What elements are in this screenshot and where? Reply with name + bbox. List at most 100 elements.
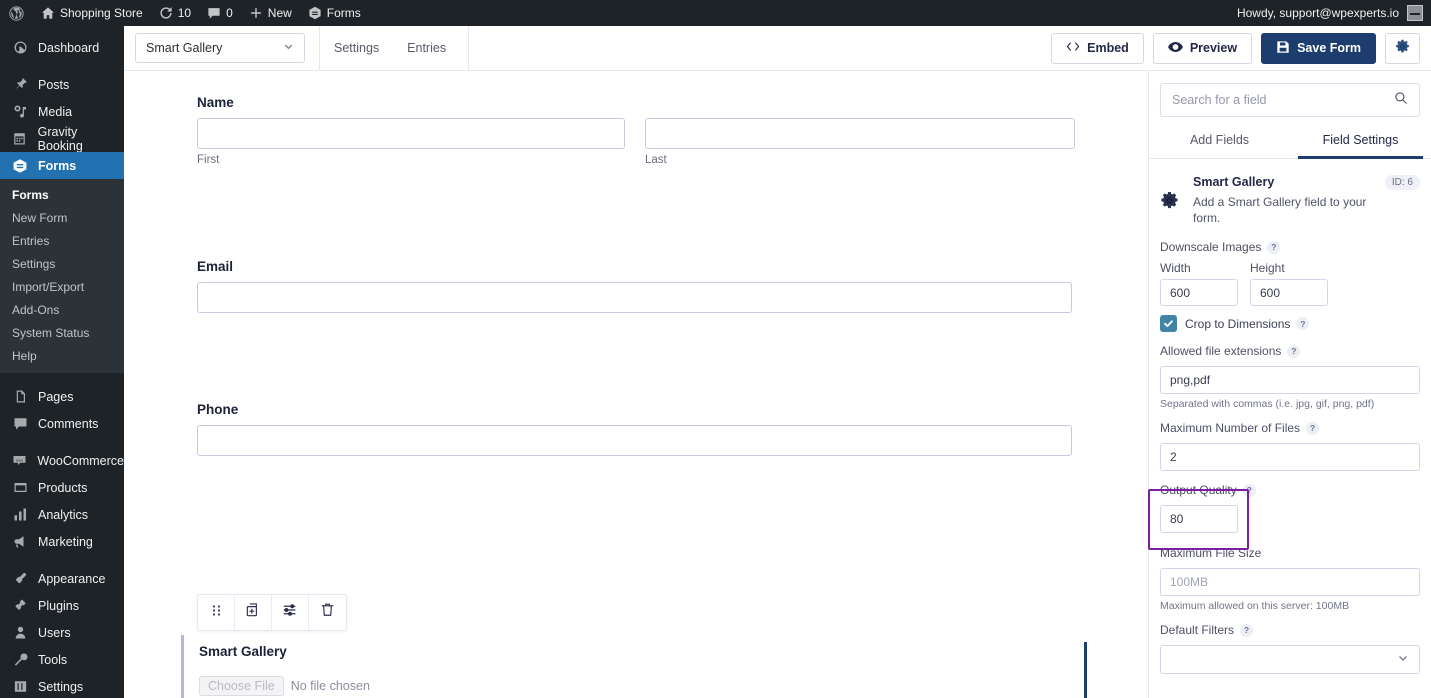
output-quality-input[interactable]	[1160, 505, 1238, 534]
admin-bar-forms[interactable]: Forms	[300, 0, 369, 26]
tab-settings[interactable]: Settings	[320, 26, 393, 71]
submenu-item-forms[interactable]: Forms	[0, 183, 124, 206]
submenu-item-settings[interactable]: Settings	[0, 252, 124, 275]
help-icon[interactable]: ?	[1287, 344, 1301, 358]
search-input[interactable]	[1172, 93, 1394, 107]
height-input[interactable]	[1250, 279, 1328, 307]
submenu-item-new-form[interactable]: New Form	[0, 206, 124, 229]
analytics-icon	[11, 507, 29, 522]
admin-bar-new-label: New	[267, 6, 292, 20]
form-field-smart-gallery[interactable]: Smart Gallery Choose File No file chosen	[181, 635, 1148, 698]
sidebar-item-woocommerce[interactable]: woo WooCommerce	[0, 447, 124, 474]
form-field-phone[interactable]: Phone	[197, 402, 1072, 456]
field-title: Smart Gallery	[1193, 175, 1275, 189]
admin-bar-new-content[interactable]: New	[241, 0, 300, 26]
default-filters-label: Default Filters ?	[1160, 623, 1420, 637]
downscale-dimensions-row: Width Height	[1160, 261, 1420, 307]
sidebar-item-plugins[interactable]: Plugins	[0, 592, 124, 619]
admin-bar-left: Shopping Store 10 0 New Forms	[0, 0, 369, 26]
max-files-label: Maximum Number of Files ?	[1160, 421, 1420, 435]
gear-icon	[1395, 39, 1410, 57]
admin-bar-howdy[interactable]: Howdy, support@wpexperts.io	[1237, 6, 1407, 20]
admin-bar-comments[interactable]: 0	[199, 0, 241, 26]
field-toolbar	[197, 594, 347, 631]
max-file-size-input[interactable]	[1160, 568, 1420, 597]
max-files-input[interactable]	[1160, 443, 1420, 472]
name-last-input[interactable]	[645, 118, 1075, 149]
updates-icon	[159, 6, 173, 20]
submenu-item-system-status[interactable]: System Status	[0, 321, 124, 344]
settings-icon	[11, 679, 29, 694]
tab-field-settings[interactable]: Field Settings	[1290, 133, 1431, 159]
save-label: Save Form	[1297, 41, 1361, 55]
help-icon[interactable]: ?	[1240, 623, 1254, 637]
sidebar-item-gravity-booking[interactable]: Gravity Booking	[0, 125, 124, 153]
sidebar-item-settings[interactable]: Settings	[0, 673, 124, 698]
drag-field-handle[interactable]	[198, 595, 235, 630]
form-settings-button[interactable]	[1385, 32, 1420, 64]
sidebar-item-marketing[interactable]: Marketing	[0, 528, 124, 555]
avatar[interactable]	[1407, 5, 1423, 21]
products-icon	[11, 480, 29, 495]
sidebar-item-products[interactable]: Products	[0, 474, 124, 501]
field-header-row: Smart Gallery ID: 6	[1193, 175, 1420, 190]
sidebar-item-analytics[interactable]: Analytics	[0, 501, 124, 528]
width-input[interactable]	[1160, 279, 1238, 307]
embed-button[interactable]: Embed	[1051, 32, 1144, 64]
sidebar-item-posts[interactable]: Posts	[0, 71, 124, 98]
field-search-box[interactable]	[1160, 83, 1420, 117]
file-upload-control[interactable]: Choose File No file chosen	[199, 676, 1148, 696]
form-field-email[interactable]: Email	[197, 259, 1072, 313]
admin-bar-site-name[interactable]: Shopping Store	[33, 0, 151, 26]
name-first-input[interactable]	[197, 118, 625, 149]
allowed-extensions-text: Allowed file extensions	[1160, 344, 1282, 359]
sidebar-item-tools[interactable]: Tools	[0, 646, 124, 673]
tab-entries[interactable]: Entries	[393, 26, 460, 71]
sidebar-item-media[interactable]: Media	[0, 98, 124, 125]
toolbar-divider	[468, 25, 470, 71]
crop-to-dimensions-row[interactable]: Crop to Dimensions ?	[1160, 315, 1420, 333]
help-icon[interactable]: ?	[1306, 421, 1320, 435]
email-input[interactable]	[197, 282, 1072, 313]
field-settings-button[interactable]	[272, 595, 309, 630]
crop-to-dimensions-checkbox[interactable]	[1160, 315, 1177, 333]
delete-field-button[interactable]	[309, 595, 346, 630]
sidebar-item-pages[interactable]: Pages	[0, 383, 124, 410]
dashboard-icon	[11, 40, 29, 55]
submenu-item-import-export[interactable]: Import/Export	[0, 275, 124, 298]
menu-separator	[0, 373, 124, 383]
comment-icon	[207, 6, 221, 20]
form-field-name[interactable]: Name First Last	[197, 95, 1147, 166]
help-icon[interactable]: ?	[1242, 483, 1256, 497]
choose-file-button[interactable]: Choose File	[199, 676, 284, 696]
wordpress-logo-button[interactable]	[0, 0, 33, 26]
help-icon[interactable]: ?	[1296, 317, 1310, 331]
submenu-item-entries[interactable]: Entries	[0, 229, 124, 252]
sidebar-item-users[interactable]: Users	[0, 619, 124, 646]
wp-admin-bar: Shopping Store 10 0 New Forms Howdy, sup…	[0, 0, 1431, 26]
help-icon[interactable]: ?	[1267, 240, 1281, 254]
submenu-item-help[interactable]: Help	[0, 344, 124, 367]
phone-input[interactable]	[197, 425, 1072, 456]
admin-bar-updates[interactable]: 10	[151, 0, 199, 26]
sidebar-item-dashboard[interactable]: Dashboard	[0, 34, 124, 61]
sidebar-item-comments[interactable]: Comments	[0, 410, 124, 437]
submenu-item-add-ons[interactable]: Add-Ons	[0, 298, 124, 321]
settings-sliders-icon	[282, 602, 298, 623]
form-switcher-dropdown[interactable]: Smart Gallery	[135, 33, 305, 63]
preview-button[interactable]: Preview	[1152, 32, 1253, 64]
form-switcher-label: Smart Gallery	[146, 41, 223, 55]
sidebar-item-appearance[interactable]: Appearance	[0, 565, 124, 592]
sidebar-item-label: Forms	[38, 158, 77, 173]
sidebar-item-forms[interactable]: Forms	[0, 152, 124, 179]
downscale-images-text: Downscale Images	[1160, 240, 1262, 255]
tab-add-fields[interactable]: Add Fields	[1149, 133, 1290, 158]
save-form-button[interactable]: Save Form	[1261, 32, 1376, 64]
chevron-down-icon	[283, 41, 294, 55]
duplicate-field-button[interactable]	[235, 595, 272, 630]
height-label: Height	[1250, 261, 1285, 276]
field-header-body: Smart Gallery ID: 6 Add a Smart Gallery …	[1193, 175, 1420, 226]
default-filters-select[interactable]	[1160, 645, 1420, 675]
allowed-extensions-input[interactable]	[1160, 366, 1420, 395]
admin-bar-right: Howdy, support@wpexperts.io	[1237, 5, 1431, 21]
